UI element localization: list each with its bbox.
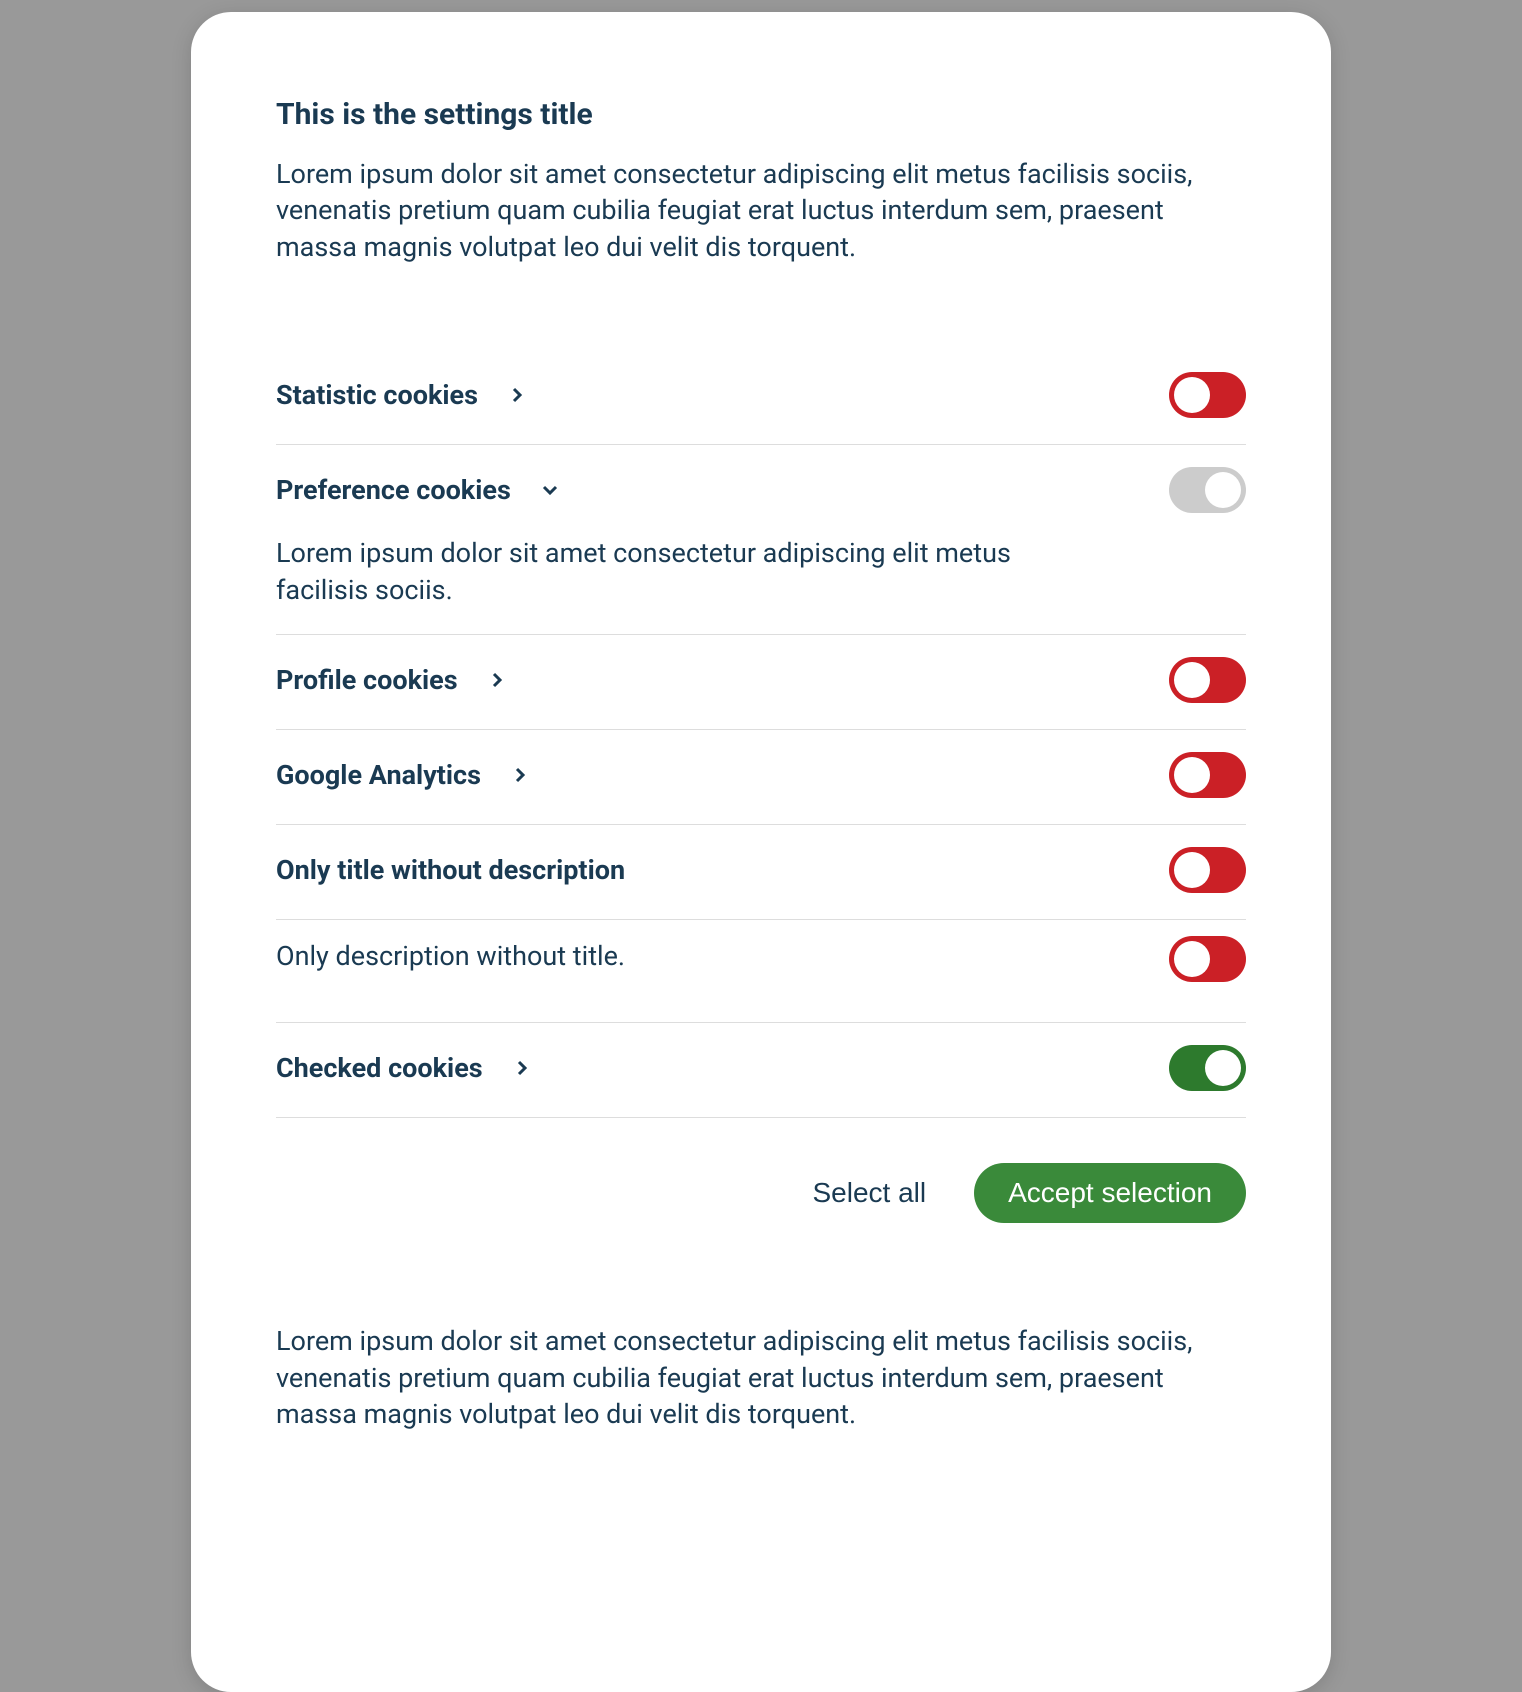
chevron-right-icon	[508, 386, 526, 404]
chevron-right-icon	[513, 1059, 531, 1077]
toggle-knob	[1205, 1050, 1241, 1086]
footer-text: Lorem ipsum dolor sit amet consectetur a…	[276, 1323, 1246, 1432]
toggle-checked-cookies[interactable]	[1169, 1045, 1246, 1091]
cookie-description: Lorem ipsum dolor sit amet consectetur a…	[276, 535, 1076, 608]
toggle-profile-cookies[interactable]	[1169, 657, 1246, 703]
settings-description: Lorem ipsum dolor sit amet consectetur a…	[276, 156, 1246, 265]
toggle-statistic-cookies[interactable]	[1169, 372, 1246, 418]
toggle-google-analytics[interactable]	[1169, 752, 1246, 798]
toggle-knob	[1205, 472, 1241, 508]
toggle-knob	[1174, 852, 1210, 888]
cookie-row-google-analytics: Google Analytics	[276, 730, 1246, 825]
cookie-title: Google Analytics	[276, 759, 481, 791]
cookie-title: Checked cookies	[276, 1052, 483, 1084]
toggle-preference-cookies[interactable]	[1169, 467, 1246, 513]
cookie-list: Statistic cookies Preference cookies	[276, 350, 1246, 1118]
toggle-knob	[1174, 757, 1210, 793]
cookie-row-only-title: Only title without description	[276, 825, 1246, 920]
actions-row: Select all Accept selection	[276, 1163, 1246, 1223]
cookie-row-statistic: Statistic cookies	[276, 350, 1246, 445]
cookie-title: Only title without description	[276, 854, 625, 886]
cookie-title: Profile cookies	[276, 664, 458, 696]
cookie-row-profile: Profile cookies	[276, 635, 1246, 730]
toggle-only-description[interactable]	[1169, 936, 1246, 982]
cookie-row-checked: Checked cookies	[276, 1023, 1246, 1118]
cookie-row-preference: Preference cookies Lorem ipsum dolor sit…	[276, 445, 1246, 635]
cookie-settings-modal: This is the settings title Lorem ipsum d…	[191, 12, 1331, 1692]
cookie-description: Only description without title.	[276, 938, 625, 974]
toggle-only-title[interactable]	[1169, 847, 1246, 893]
cookie-row-toggle-expand[interactable]: Profile cookies	[276, 664, 506, 696]
cookie-row-toggle-expand[interactable]: Google Analytics	[276, 759, 529, 791]
cookie-title: Preference cookies	[276, 474, 511, 506]
cookie-row-only-description: Only description without title.	[276, 920, 1246, 1023]
chevron-right-icon	[488, 671, 506, 689]
cookie-row-toggle-expand[interactable]: Preference cookies	[276, 474, 559, 506]
toggle-knob	[1174, 377, 1210, 413]
chevron-right-icon	[511, 766, 529, 784]
toggle-knob	[1174, 662, 1210, 698]
cookie-row-toggle-expand[interactable]: Statistic cookies	[276, 379, 526, 411]
accept-selection-button[interactable]: Accept selection	[974, 1163, 1246, 1223]
cookie-row-toggle-expand[interactable]: Checked cookies	[276, 1052, 531, 1084]
settings-title: This is the settings title	[276, 97, 1246, 132]
select-all-button[interactable]: Select all	[794, 1167, 944, 1219]
chevron-down-icon	[541, 481, 559, 499]
toggle-knob	[1174, 941, 1210, 977]
cookie-title: Statistic cookies	[276, 379, 478, 411]
